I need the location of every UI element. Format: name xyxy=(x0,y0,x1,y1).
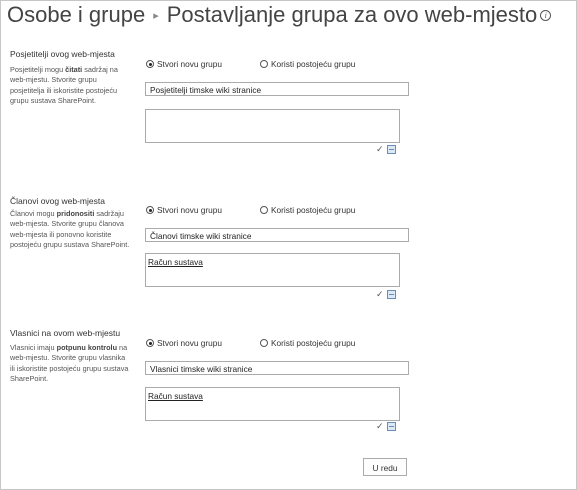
people-picker[interactable]: Račun sustava xyxy=(145,253,400,287)
radio-create-new-group[interactable]: Stvori novu grupu xyxy=(146,59,222,69)
radio-selected-icon[interactable] xyxy=(146,60,154,68)
check-names-icon[interactable]: ✓ xyxy=(376,144,384,155)
radio-selected-icon[interactable] xyxy=(146,206,154,214)
radio-selected-icon[interactable] xyxy=(146,339,154,347)
people-entry[interactable]: Račun sustava xyxy=(148,391,203,401)
people-tools: ✓ xyxy=(376,289,396,300)
group-name-input[interactable]: Vlasnici timske wiki stranice xyxy=(145,361,409,375)
radio-create-new-group[interactable]: Stvori novu grupu xyxy=(146,338,222,348)
page-heading: Postavljanje grupa za ovo web-mjesto xyxy=(166,2,538,27)
address-book-icon[interactable] xyxy=(386,290,396,299)
check-names-icon[interactable]: ✓ xyxy=(376,421,384,432)
people-entry[interactable]: Račun sustava xyxy=(148,257,203,267)
breadcrumb-root[interactable]: Osobe i grupe xyxy=(7,2,145,27)
radio-use-existing-group[interactable]: Koristi postojeću grupu xyxy=(260,205,355,215)
radio-unselected-icon[interactable] xyxy=(260,60,268,68)
radio-create-new-group[interactable]: Stvori novu grupu xyxy=(146,205,222,215)
people-picker[interactable]: Račun sustava xyxy=(145,387,400,421)
breadcrumb-separator-icon: ▸ xyxy=(153,10,159,22)
radio-use-existing-group[interactable]: Koristi postojeću grupu xyxy=(260,59,355,69)
section-title: Vlasnici na ovom web-mjestu xyxy=(10,328,121,338)
people-picker[interactable] xyxy=(145,109,400,143)
info-icon[interactable]: i xyxy=(540,10,552,21)
section-description: Vlasnici imaju potpunu kontrolu na web-m… xyxy=(10,343,129,383)
radio-unselected-icon[interactable] xyxy=(260,339,268,347)
ok-button[interactable]: U redu xyxy=(363,458,407,476)
section-title: Članovi ovog web-mjesta xyxy=(10,196,105,206)
radio-use-existing-group[interactable]: Koristi postojeću grupu xyxy=(260,338,355,348)
radio-unselected-icon[interactable] xyxy=(260,206,268,214)
group-name-input[interactable]: Posjetitelji timske wiki stranice xyxy=(145,82,409,96)
people-tools: ✓ xyxy=(376,144,396,155)
section-description: Članovi mogu pridonositi sadržaju web-mj… xyxy=(10,209,130,249)
section-title: Posjetitelji ovog web-mjesta xyxy=(10,49,115,59)
address-book-icon[interactable] xyxy=(386,145,396,154)
check-names-icon[interactable]: ✓ xyxy=(376,289,384,300)
group-name-input[interactable]: Članovi timske wiki stranice xyxy=(145,228,409,242)
page-title: Osobe i grupe ▸ Postavljanje grupa za ovo … xyxy=(7,2,552,28)
people-tools: ✓ xyxy=(376,421,396,432)
address-book-icon[interactable] xyxy=(386,422,396,431)
section-description: Posjetitelji mogu čitati sadržaj na web-… xyxy=(10,65,118,105)
